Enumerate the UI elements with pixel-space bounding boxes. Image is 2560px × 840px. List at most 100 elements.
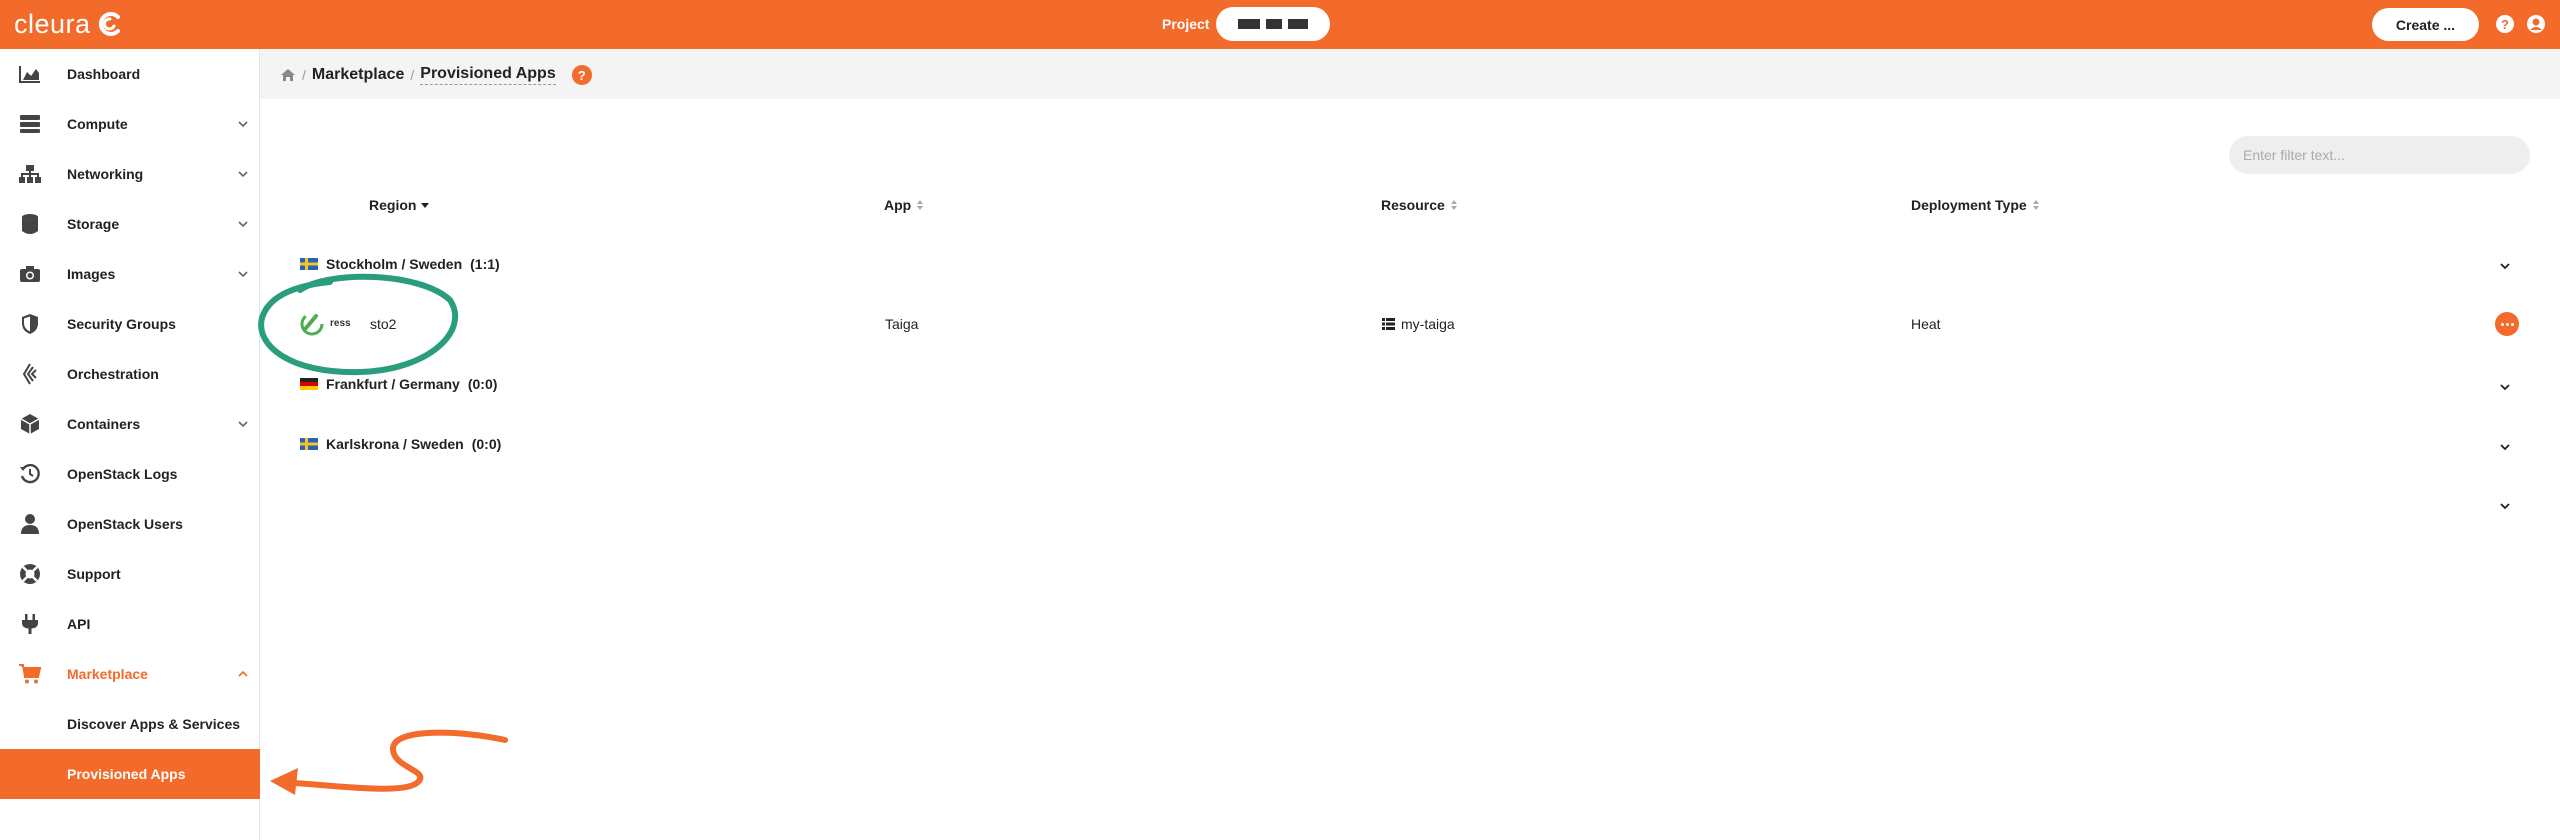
sidebar-item-label: Networking	[67, 166, 144, 182]
breadcrumb-marketplace[interactable]: Marketplace	[312, 66, 405, 84]
cube-icon	[18, 412, 42, 436]
sweden-flag-icon	[300, 438, 318, 450]
cart-icon	[18, 662, 42, 686]
chevron-down-icon[interactable]	[2498, 499, 2512, 513]
region-group-count: (0:0)	[471, 436, 502, 452]
chevron-down-icon[interactable]	[2498, 380, 2512, 394]
sidebar-item-openstack-users[interactable]: OpenStack Users	[0, 499, 260, 549]
sidebar-item-marketplace[interactable]: Marketplace	[0, 649, 260, 699]
sidebar-item-provisioned-apps[interactable]: Provisioned Apps	[0, 749, 260, 799]
cleura-c-icon	[98, 12, 120, 36]
create-button[interactable]: Create ...	[2372, 8, 2479, 41]
sidebar-item-compute[interactable]: Compute	[0, 99, 260, 149]
sidebar-item-label: Discover Apps & Services	[67, 716, 241, 732]
sidebar-item-dashboard[interactable]: Dashboard	[0, 49, 260, 99]
sidebar-item-label: Compute	[67, 116, 128, 132]
chevron-down-icon[interactable]	[2498, 259, 2512, 273]
arrow-head-icon	[270, 768, 298, 795]
project-selector[interactable]	[1216, 7, 1330, 41]
cell-resource[interactable]: my-taiga	[1382, 316, 1455, 332]
database-icon	[18, 212, 42, 236]
row-actions-button[interactable]	[2495, 312, 2519, 336]
redacted-text	[1266, 19, 1282, 29]
redacted-text	[1288, 19, 1308, 29]
ellipsis-icon	[2510, 322, 2514, 326]
ellipsis-icon	[2500, 322, 2504, 326]
shield-icon	[18, 312, 42, 336]
top-bar: cleura Project Create ... ?	[0, 0, 2560, 49]
annotation-overlay	[258, 273, 508, 795]
sidebar-item-support[interactable]: Support	[0, 549, 260, 599]
column-header-deployment-type[interactable]: Deployment Type	[1911, 197, 2041, 213]
sidebar-item-orchestration[interactable]: Orchestration	[0, 349, 260, 399]
sidebar-item-label: Security Groups	[67, 316, 176, 332]
svg-text:?: ?	[2501, 17, 2509, 32]
user-account-icon[interactable]	[2525, 13, 2547, 35]
chevron-down-icon	[238, 421, 248, 428]
home-icon[interactable]	[280, 68, 296, 82]
sidebar-item-discover-apps[interactable]: Discover Apps & Services	[0, 699, 260, 749]
status-text: ress	[330, 317, 351, 329]
cell-region: sto2	[370, 316, 397, 332]
chevron-up-icon	[238, 670, 248, 677]
region-group-frankfurt[interactable]: Frankfurt / Germany (0:0)	[300, 376, 497, 392]
sort-icon	[917, 200, 924, 210]
region-group-label: Frankfurt / Germany	[326, 376, 460, 392]
redacted-text	[1238, 19, 1260, 29]
sidebar-item-label: Marketplace	[67, 666, 148, 682]
region-group-label: Stockholm / Sweden	[326, 256, 463, 272]
germany-flag-icon	[300, 378, 318, 390]
plug-icon	[18, 612, 42, 636]
sort-desc-icon	[421, 203, 430, 208]
resource-name: my-taiga	[1401, 316, 1455, 332]
breadcrumb-separator: /	[410, 67, 415, 83]
region-group-label: Karlskrona / Sweden	[326, 436, 464, 452]
filter-input[interactable]	[2229, 136, 2530, 174]
sidebar-item-storage[interactable]: Storage	[0, 199, 260, 249]
sidebar-item-label: Images	[67, 266, 116, 282]
breadcrumb: / Marketplace / Provisioned Apps ?	[280, 65, 592, 85]
breadcrumb-separator: /	[302, 67, 306, 83]
sidebar-item-containers[interactable]: Containers	[0, 399, 260, 449]
ellipsis-icon	[2505, 322, 2509, 326]
history-icon	[18, 462, 42, 486]
column-header-region[interactable]: Region	[369, 197, 430, 213]
cell-deployment-type: Heat	[1911, 316, 1941, 332]
breadcrumb-current: Provisioned Apps	[420, 65, 556, 85]
cleura-logo[interactable]: cleura	[14, 6, 123, 42]
sort-icon	[1450, 200, 1457, 210]
sidebar-item-label: Orchestration	[67, 366, 159, 382]
column-header-label: Resource	[1381, 197, 1445, 213]
sidebar-item-networking[interactable]: Networking	[0, 149, 260, 199]
camera-icon	[18, 262, 42, 286]
chevron-down-icon[interactable]	[2498, 440, 2512, 454]
annotation-circle	[258, 273, 459, 376]
chart-area-icon	[18, 62, 42, 86]
sweden-flag-icon	[300, 258, 318, 270]
project-label: Project	[1162, 16, 1210, 32]
help-icon[interactable]: ?	[2494, 13, 2516, 35]
sidebar-item-label: Support	[67, 566, 121, 582]
sidebar-item-images[interactable]: Images	[0, 249, 260, 299]
spinner-icon	[300, 312, 324, 336]
sidebar: Dashboard Compute Networking Storage Ima…	[0, 49, 260, 840]
column-header-label: Region	[369, 197, 417, 213]
user-icon	[18, 512, 42, 536]
region-group-karlskrona[interactable]: Karlskrona / Sweden (0:0)	[300, 436, 501, 452]
sidebar-item-openstack-logs[interactable]: OpenStack Logs	[0, 449, 260, 499]
region-group-count: (0:0)	[467, 376, 498, 392]
region-group-count: (1:1)	[470, 256, 500, 272]
region-group-stockholm[interactable]: Stockholm / Sweden (1:1)	[300, 256, 500, 272]
sort-icon	[2032, 200, 2039, 210]
annotation-arrow	[279, 729, 508, 792]
help-icon[interactable]: ?	[571, 65, 592, 85]
column-header-app[interactable]: App	[884, 197, 925, 213]
sidebar-item-api[interactable]: API	[0, 599, 260, 649]
chevron-down-icon	[238, 221, 248, 228]
logo-text: cleura	[14, 8, 91, 39]
column-header-resource[interactable]: Resource	[1381, 197, 1459, 213]
server-icon	[18, 112, 42, 136]
sidebar-item-label: Provisioned Apps	[67, 766, 186, 782]
sidebar-item-security-groups[interactable]: Security Groups	[0, 299, 260, 349]
chevron-down-icon	[238, 171, 248, 178]
